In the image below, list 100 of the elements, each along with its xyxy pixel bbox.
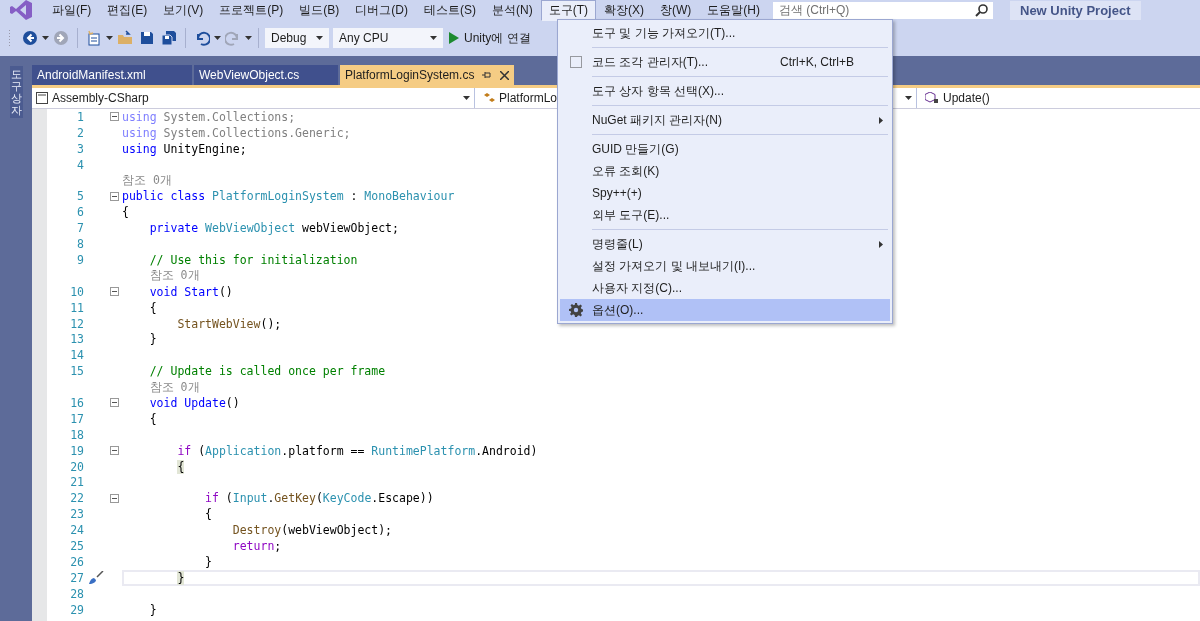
code-line: using System.Collections; bbox=[122, 109, 296, 124]
search-icon bbox=[975, 3, 988, 17]
pin-icon[interactable] bbox=[482, 70, 493, 80]
menu-entry[interactable]: 외부 도구(E)... bbox=[560, 204, 890, 226]
line-number: 14 bbox=[69, 348, 84, 363]
collapse-icon[interactable] bbox=[110, 398, 119, 408]
close-icon[interactable] bbox=[500, 70, 510, 80]
code-line: return; bbox=[231, 539, 282, 553]
line-number: 11 bbox=[69, 300, 84, 315]
line-number: 7 bbox=[76, 221, 84, 236]
code-line: // Use this for initialization bbox=[148, 252, 358, 267]
menu-item[interactable]: 보기(V) bbox=[155, 0, 212, 21]
collapse-icon[interactable] bbox=[110, 287, 119, 297]
line-number: 15 bbox=[69, 364, 84, 379]
code-line: if (Application.platform == RuntimePlatform.Android) bbox=[176, 443, 538, 458]
code-line: { bbox=[122, 205, 129, 220]
code-line: { bbox=[148, 411, 157, 426]
code-line: Destroy(webViewObject); bbox=[231, 523, 393, 538]
caret-icon[interactable] bbox=[214, 36, 221, 40]
menu-entry[interactable]: 코드 조각 관리자(T)... Ctrl+K, Ctrl+B bbox=[560, 51, 890, 73]
collapse-icon[interactable] bbox=[110, 112, 119, 122]
line-number: 13 bbox=[69, 332, 84, 347]
dropdown-caret-icon[interactable] bbox=[430, 36, 437, 40]
line-number: 6 bbox=[76, 205, 84, 220]
document-tab[interactable]: PlatformLoginSystem.cs bbox=[340, 65, 515, 85]
menu-item[interactable]: 프로젝트(P) bbox=[211, 0, 292, 21]
save-all-icon[interactable] bbox=[159, 28, 179, 48]
caret-icon[interactable] bbox=[245, 36, 252, 40]
code-line: { bbox=[148, 300, 157, 315]
line-number: 20 bbox=[69, 459, 84, 474]
line-number: 4 bbox=[76, 157, 84, 172]
menu-entry[interactable]: NuGet 패키지 관리자(N) bbox=[560, 109, 890, 131]
menu-item[interactable]: 도움말(H) bbox=[699, 0, 768, 21]
line-number: 26 bbox=[69, 554, 84, 569]
toolbox-tab[interactable]: 도구 상자 bbox=[9, 66, 23, 119]
line-number: 8 bbox=[76, 237, 84, 252]
menu-entry[interactable]: 옵션(O)... bbox=[560, 299, 890, 321]
menu-item[interactable]: 파일(F) bbox=[44, 0, 100, 21]
class-icon bbox=[483, 92, 495, 104]
configuration-dropdown[interactable]: Debug bbox=[265, 28, 329, 48]
menu-item[interactable]: 편집(E) bbox=[99, 0, 156, 21]
code-line: private WebViewObject webViewObject; bbox=[148, 221, 399, 236]
line-number: 1 bbox=[76, 109, 84, 124]
line-number: 17 bbox=[69, 411, 84, 426]
project-button[interactable]: New Unity Project bbox=[1010, 0, 1141, 20]
toolbar-grip[interactable] bbox=[8, 29, 12, 47]
code-line: { bbox=[204, 507, 212, 522]
line-number: 2 bbox=[76, 125, 84, 140]
line-number: 9 bbox=[76, 252, 84, 267]
line-number: 25 bbox=[69, 539, 84, 553]
reference-count[interactable]: 참조 0개 bbox=[122, 268, 200, 284]
menu-item[interactable]: 빌드(B) bbox=[291, 0, 348, 21]
reference-count[interactable]: 참조 0개 bbox=[122, 173, 172, 188]
menu-entry[interactable]: GUID 만들기(G) bbox=[560, 138, 890, 160]
play-icon bbox=[449, 32, 459, 44]
dropdown-caret-icon[interactable] bbox=[905, 96, 912, 100]
dropdown-caret-icon[interactable] bbox=[316, 36, 323, 40]
menu-item[interactable]: 디버그(D) bbox=[347, 0, 416, 21]
snippet-icon bbox=[570, 56, 582, 68]
brush-icon[interactable] bbox=[87, 570, 104, 585]
menu-item[interactable]: 테스트(S) bbox=[416, 0, 484, 21]
line-number: 29 bbox=[69, 602, 84, 617]
code-line: void Start() bbox=[148, 284, 233, 299]
menu-entry[interactable]: 명령줄(L) bbox=[560, 233, 890, 255]
dropdown-caret-icon[interactable] bbox=[463, 96, 470, 100]
line-number: 21 bbox=[69, 475, 84, 490]
caret-icon[interactable] bbox=[106, 36, 113, 40]
menu-item[interactable]: 창(W) bbox=[652, 0, 700, 21]
collapse-icon[interactable] bbox=[110, 446, 119, 456]
menu-entry[interactable]: 도구 상자 항목 선택(X)... bbox=[560, 80, 890, 102]
code-line: using System.Collections.Generic; bbox=[122, 125, 351, 140]
menu-entry[interactable]: 도구 및 기능 가져오기(T)... bbox=[560, 22, 890, 44]
code-line: // Update is called once per frame bbox=[148, 364, 386, 379]
collapse-icon[interactable] bbox=[110, 493, 119, 503]
line-number: 18 bbox=[69, 427, 84, 442]
back-icon[interactable] bbox=[20, 28, 40, 48]
menu-item[interactable]: 도구(T) bbox=[540, 0, 596, 21]
line-number: 24 bbox=[69, 523, 84, 538]
menu-entry[interactable]: 설정 가져오기 및 내보내기(I)... bbox=[560, 255, 890, 277]
code-line: using UnityEngine; bbox=[122, 141, 247, 156]
menu-entry[interactable]: Spy++(+) bbox=[560, 182, 890, 204]
settings-icon bbox=[569, 303, 583, 317]
menu-item[interactable]: 분석(N) bbox=[484, 0, 541, 21]
code-line: public class PlatformLoginSystem : MonoBehaviour bbox=[122, 189, 455, 204]
line-number: 23 bbox=[69, 507, 84, 522]
collapse-icon[interactable] bbox=[110, 191, 119, 201]
reference-count[interactable]: 참조 0개 bbox=[122, 379, 200, 395]
menu-entry[interactable]: 사용자 지정(C)... bbox=[560, 277, 890, 299]
run-button[interactable]: Unity에 연결 bbox=[447, 29, 533, 47]
code-line: void Update() bbox=[148, 395, 240, 410]
menu-entry[interactable]: 오류 조회(K) bbox=[560, 160, 890, 182]
line-number: 27 bbox=[69, 570, 84, 585]
document-tab[interactable]: AndroidManifest.xml bbox=[32, 65, 192, 85]
line-number: 10 bbox=[69, 284, 84, 299]
document-tab[interactable]: WebViewObject.cs bbox=[194, 65, 338, 85]
line-number: 5 bbox=[76, 189, 84, 204]
menu-item[interactable]: 확장(X) bbox=[596, 0, 652, 21]
search-field[interactable]: 검색 (Ctrl+Q) bbox=[772, 0, 994, 20]
platform-dropdown[interactable]: Any CPU bbox=[333, 28, 443, 48]
caret-icon[interactable] bbox=[42, 36, 49, 40]
